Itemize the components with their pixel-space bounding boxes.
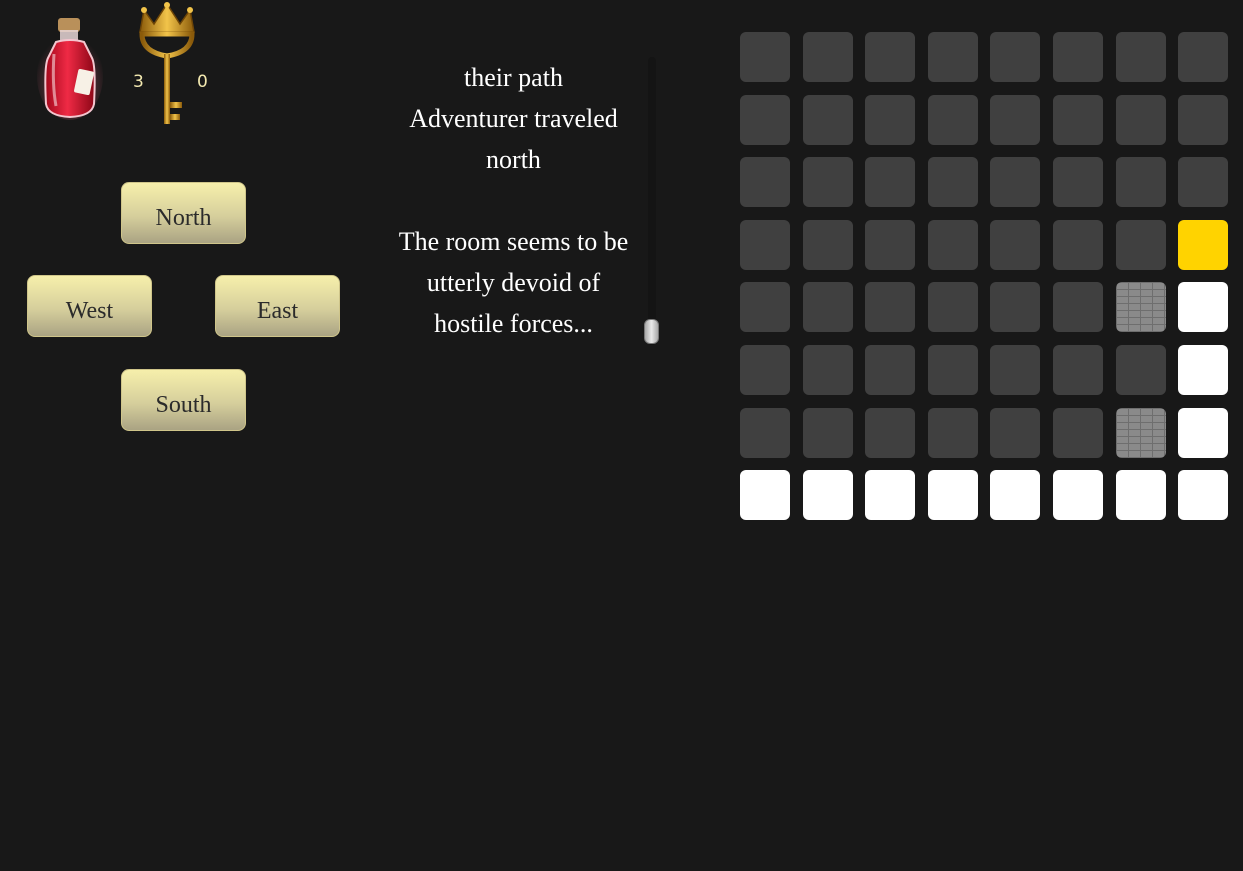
log-line: north bbox=[486, 145, 541, 174]
map-cell-unexplored bbox=[1115, 94, 1166, 145]
map-cell-unexplored bbox=[865, 157, 916, 208]
potion-count: 3 bbox=[133, 72, 144, 92]
log-scrollbar[interactable] bbox=[648, 57, 656, 345]
map-cell-unexplored bbox=[1178, 32, 1229, 82]
log-spacer bbox=[380, 180, 647, 221]
map-cell-unexplored bbox=[740, 282, 790, 333]
map-cell-wall bbox=[1115, 407, 1166, 458]
map-cell-unexplored bbox=[865, 407, 916, 458]
map-cell-unexplored bbox=[927, 219, 978, 270]
south-button[interactable]: South bbox=[121, 369, 246, 431]
message-log[interactable]: their path Adventurer traveled north The… bbox=[380, 57, 647, 345]
map-cell-unexplored bbox=[865, 344, 916, 395]
log-line: The room seems to be bbox=[398, 227, 629, 256]
log-line: hostile forces... bbox=[434, 309, 593, 338]
map-cell-visited bbox=[1178, 407, 1229, 458]
map-cell-unexplored bbox=[990, 407, 1041, 458]
map-cell-unexplored bbox=[990, 344, 1041, 395]
west-button[interactable]: West bbox=[27, 275, 152, 337]
map-cell-visited bbox=[865, 470, 916, 521]
map-cell-unexplored bbox=[802, 94, 853, 145]
map-cell-unexplored bbox=[1052, 32, 1103, 82]
map-cell-unexplored bbox=[1052, 219, 1103, 270]
map-cell-unexplored bbox=[802, 407, 853, 458]
east-button[interactable]: East bbox=[215, 275, 340, 337]
health-potion-icon bbox=[37, 18, 103, 120]
map-cell-unexplored bbox=[990, 94, 1041, 145]
map-cell-visited bbox=[740, 470, 790, 521]
map-cell-unexplored bbox=[927, 32, 978, 82]
north-button[interactable]: North bbox=[121, 182, 246, 244]
map-cell-unexplored bbox=[802, 219, 853, 270]
map-cell-unexplored bbox=[1115, 344, 1166, 395]
map-cell-unexplored bbox=[740, 407, 790, 458]
map-cell-unexplored bbox=[990, 282, 1041, 333]
key-count: 0 bbox=[197, 72, 208, 92]
map-cell-visited bbox=[927, 470, 978, 521]
map-cell-unexplored bbox=[865, 219, 916, 270]
map-cell-visited bbox=[1178, 344, 1229, 395]
map-cell-unexplored bbox=[1178, 94, 1229, 145]
map-cell-unexplored bbox=[865, 282, 916, 333]
map-cell-wall bbox=[1115, 282, 1166, 333]
map-cell-unexplored bbox=[865, 32, 916, 82]
map-cell-unexplored bbox=[1052, 282, 1103, 333]
map-cell-visited bbox=[1178, 282, 1229, 333]
map-cell-unexplored bbox=[1115, 219, 1166, 270]
log-line: their path bbox=[464, 63, 563, 92]
map-cell-visited bbox=[1052, 470, 1103, 521]
map-cell-unexplored bbox=[740, 344, 790, 395]
crowned-key-icon bbox=[139, 2, 195, 124]
map-cell-visited bbox=[802, 470, 853, 521]
map-cell-unexplored bbox=[1115, 157, 1166, 208]
map-cell-unexplored bbox=[1052, 157, 1103, 208]
map-cell-unexplored bbox=[802, 344, 853, 395]
map-cell-unexplored bbox=[927, 282, 978, 333]
log-line: Adventurer traveled bbox=[409, 104, 618, 133]
map-cell-unexplored bbox=[990, 157, 1041, 208]
map-cell-unexplored bbox=[802, 32, 853, 82]
game-screen: 3 0 North West East South their path Adv… bbox=[0, 0, 1243, 871]
map-cell-unexplored bbox=[740, 94, 790, 145]
map-cell-unexplored bbox=[740, 157, 790, 208]
map-cell-visited bbox=[1115, 470, 1166, 521]
map-cell-unexplored bbox=[1178, 157, 1229, 208]
map-cell-unexplored bbox=[927, 344, 978, 395]
map-cell-unexplored bbox=[927, 407, 978, 458]
map-cell-unexplored bbox=[927, 157, 978, 208]
map-cell-visited bbox=[990, 470, 1041, 521]
log-scrollbar-thumb[interactable] bbox=[644, 319, 659, 344]
map-cell-current bbox=[1178, 219, 1229, 270]
map-cell-unexplored bbox=[865, 94, 916, 145]
map-cell-unexplored bbox=[990, 219, 1041, 270]
map-cell-visited bbox=[1178, 470, 1229, 521]
map-cell-unexplored bbox=[740, 219, 790, 270]
map-cell-unexplored bbox=[802, 282, 853, 333]
map-cell-unexplored bbox=[1052, 94, 1103, 145]
map-cell-unexplored bbox=[990, 32, 1041, 82]
log-line: utterly devoid of bbox=[426, 268, 601, 297]
map-cell-unexplored bbox=[1052, 344, 1103, 395]
map-cell-unexplored bbox=[802, 157, 853, 208]
map-cell-unexplored bbox=[927, 94, 978, 145]
dungeon-map bbox=[740, 32, 1229, 521]
map-cell-unexplored bbox=[1115, 32, 1166, 82]
map-cell-unexplored bbox=[1052, 407, 1103, 458]
map-cell-unexplored bbox=[740, 32, 790, 82]
